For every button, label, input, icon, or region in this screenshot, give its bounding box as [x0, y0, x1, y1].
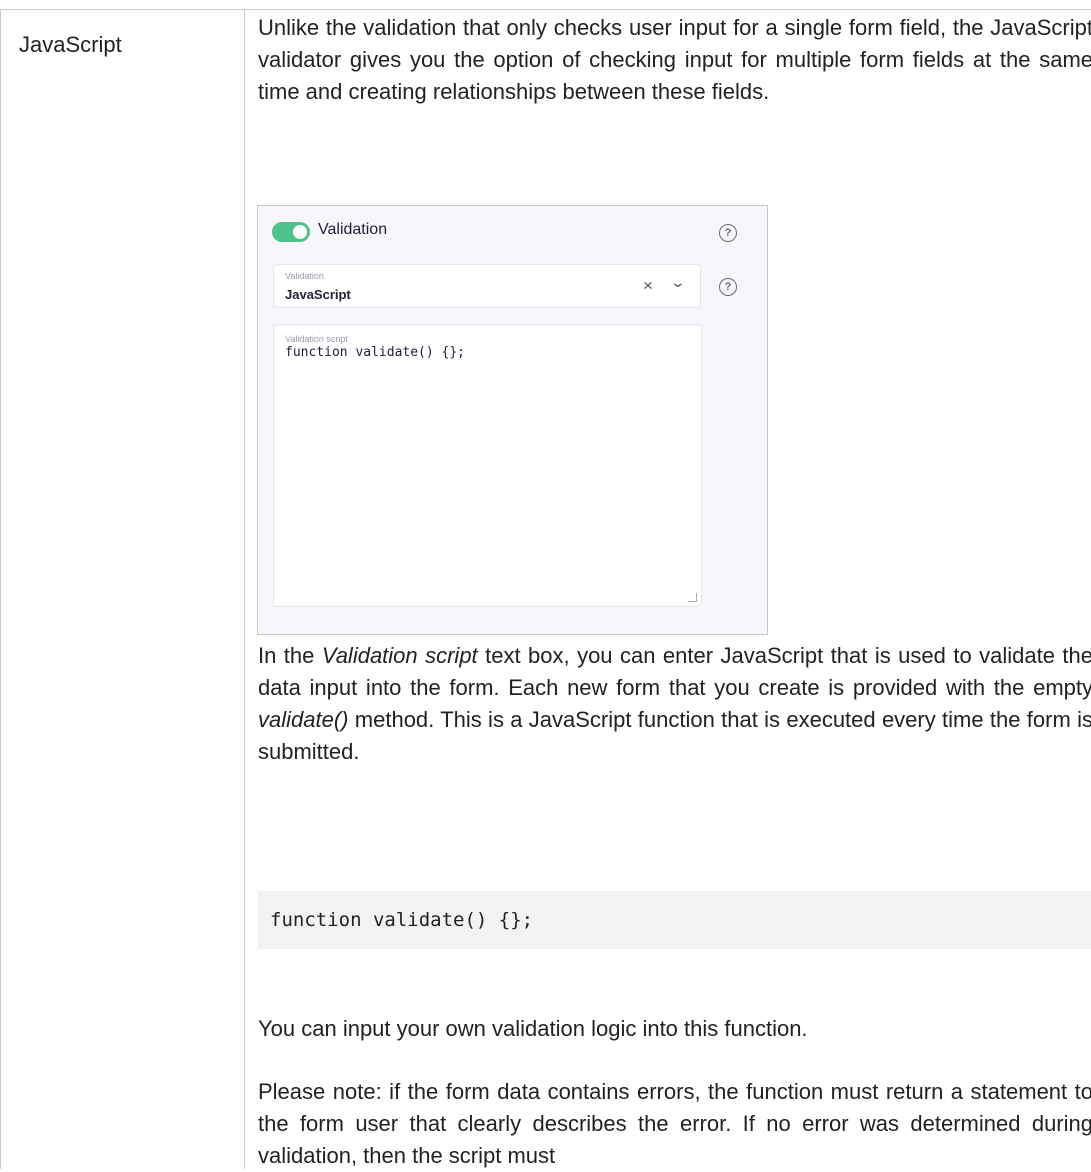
textarea-label: Validation script	[285, 334, 348, 344]
para2-emphasis-1: Validation script	[321, 643, 478, 668]
select-label: Validation	[285, 271, 324, 281]
logic-paragraph: You can input your own validation logic …	[258, 1016, 808, 1041]
para2-text-a: In the	[258, 643, 322, 668]
help-icon[interactable]: ?	[719, 278, 737, 296]
validation-toggle-label: Validation	[318, 221, 388, 238]
code-block: function validate() {};	[258, 891, 1091, 949]
para2-emphasis-2: validate()	[258, 707, 349, 732]
validation-script-paragraph: In the Validation script text box, you c…	[258, 640, 1091, 768]
clear-icon[interactable]: ×	[643, 276, 653, 296]
note-paragraph: Please note: if the form data contains e…	[258, 1079, 1091, 1168]
resize-handle-icon[interactable]	[688, 593, 697, 602]
validation-toggle[interactable]	[272, 222, 310, 242]
validation-type-select[interactable]: Validation JavaScript × ⌄	[273, 264, 701, 308]
intro-paragraph: Unlike the validation that only checks u…	[258, 15, 1091, 104]
textarea-code: function validate() {};	[285, 345, 466, 360]
toggle-knob	[293, 225, 307, 239]
select-value: JavaScript	[285, 287, 351, 302]
term-label: JavaScript	[19, 32, 122, 57]
help-icon[interactable]: ?	[719, 224, 737, 242]
term-cell: JavaScript	[0, 9, 245, 1169]
chevron-down-icon[interactable]: ⌄	[670, 274, 686, 291]
para2-text-c: method. This is a JavaScript function th…	[258, 707, 1091, 764]
validation-script-textarea[interactable]: Validation script function validate() {}…	[273, 324, 702, 607]
validation-screenshot: Validation ? Validation JavaScript × ⌄ ?…	[257, 205, 768, 635]
